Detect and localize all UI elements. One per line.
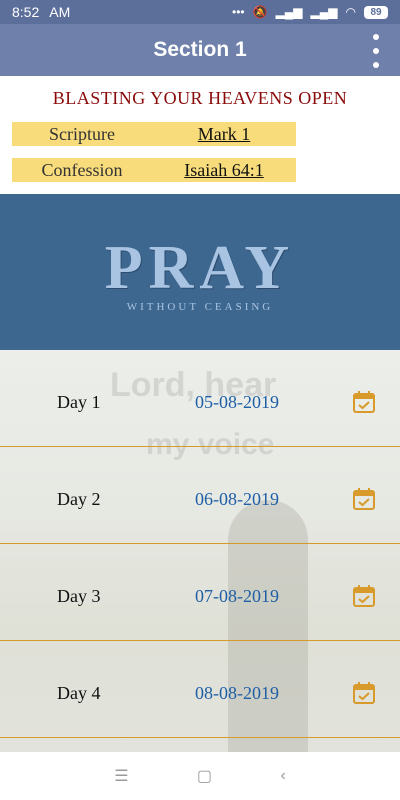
day-row-1[interactable]: Day 1 05-08-2019	[0, 350, 400, 447]
day-date: 08-08-2019	[195, 683, 279, 703]
wifi-icon: ◠	[345, 5, 356, 19]
more-vert-icon[interactable]	[366, 34, 386, 68]
app-bar: Section 1	[0, 24, 400, 76]
status-time: 8:52	[12, 4, 40, 20]
calendar-check-icon[interactable]	[352, 681, 376, 705]
day-date: 05-08-2019	[195, 392, 279, 412]
confession-link[interactable]: Isaiah 64:1	[152, 160, 296, 181]
calendar-check-icon[interactable]	[352, 487, 376, 511]
day-date: 07-08-2019	[195, 586, 279, 606]
home-square-icon[interactable]: ▢	[197, 766, 212, 786]
day-row-3[interactable]: Day 3 07-08-2019	[0, 544, 400, 641]
pray-banner: PRAY WITHOUT CEASING	[0, 194, 400, 350]
app-title: Section 1	[153, 38, 247, 61]
back-icon[interactable]: ‹	[280, 767, 285, 785]
day-label: Day 4	[57, 683, 101, 703]
status-bar: 8:52 AM ••• 🔕 ▂▄▆ ▂▄▆ ◠ 89	[0, 0, 400, 24]
confession-row: Confession Isaiah 64:1	[12, 158, 296, 182]
day-row-2[interactable]: Day 2 06-08-2019	[0, 447, 400, 544]
menu-icon[interactable]: ☰	[114, 766, 128, 786]
banner-title: PRAY	[104, 234, 296, 302]
calendar-check-icon[interactable]	[352, 584, 376, 608]
day-list: Lord, hear my voice Day 1 05-08-2019 Day…	[0, 350, 400, 752]
banner-subtitle: WITHOUT CEASING	[126, 301, 274, 313]
calendar-check-icon[interactable]	[352, 390, 376, 414]
day-label: Day 1	[57, 392, 101, 412]
confession-label: Confession	[41, 159, 123, 180]
day-row-4[interactable]: Day 4 08-08-2019	[0, 641, 400, 738]
dots-icon: •••	[232, 5, 245, 19]
day-date: 06-08-2019	[195, 489, 279, 509]
scripture-link[interactable]: Mark 1	[152, 124, 296, 145]
scripture-row: Scripture Mark 1	[12, 122, 296, 146]
battery-icon: 89	[364, 5, 388, 19]
status-ampm: AM	[49, 4, 71, 20]
day-label: Day 2	[57, 489, 101, 509]
scripture-label: Scripture	[49, 123, 115, 144]
mute-icon: 🔕	[252, 5, 268, 19]
signal-icon: ▂▄▆	[310, 5, 338, 19]
header-title: BLASTING YOUR HEAVENS OPEN	[52, 88, 348, 108]
signal-icon: ▂▄▆	[275, 5, 303, 19]
system-nav-bar: ☰ ▢ ‹	[0, 752, 400, 800]
day-label: Day 3	[57, 586, 101, 606]
